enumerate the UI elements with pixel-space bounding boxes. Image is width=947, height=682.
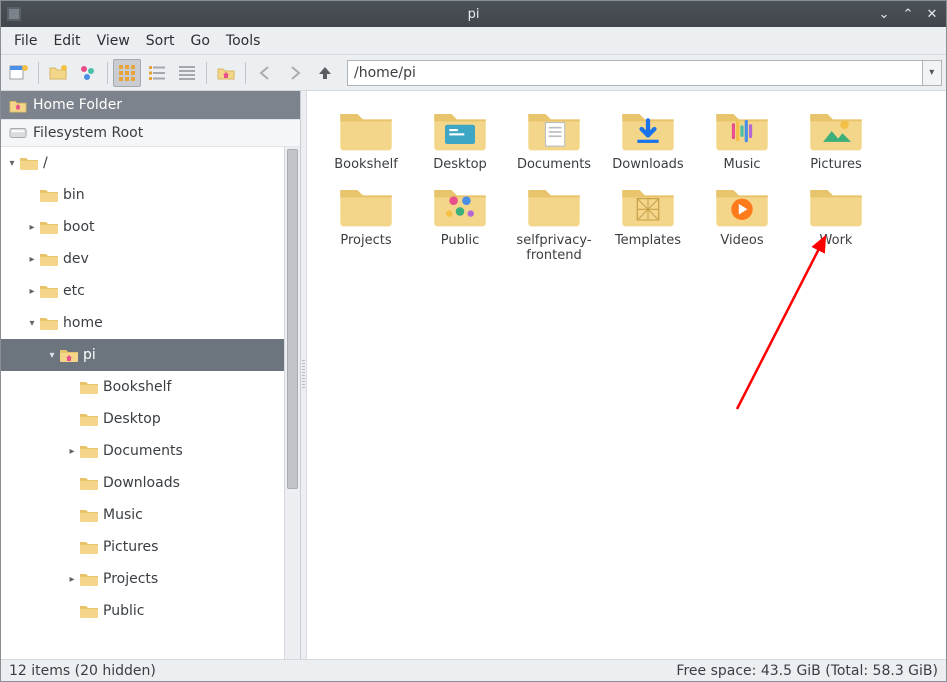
tree-node-boot[interactable]: ▸boot: [1, 211, 284, 243]
tree-node-home[interactable]: ▾home: [1, 307, 284, 339]
folder-icon: [710, 105, 774, 153]
new-tab-button[interactable]: [5, 59, 33, 87]
new-folder-button[interactable]: [44, 59, 72, 87]
item-label: Public: [441, 233, 479, 249]
item-templates[interactable]: Templates: [601, 181, 695, 264]
window-minimize-icon[interactable]: ⌄: [876, 7, 892, 22]
tree-scrollbar[interactable]: [284, 147, 300, 659]
tree-node-bin[interactable]: bin: [1, 179, 284, 211]
item-downloads[interactable]: Downloads: [601, 105, 695, 173]
folder-icon: [616, 105, 680, 153]
tree-node-root[interactable]: ▾/: [1, 147, 284, 179]
tree-node-pictures[interactable]: Pictures: [1, 531, 284, 563]
folder-content[interactable]: Bookshelf Desktop Documents Downloads Mu…: [307, 91, 946, 659]
folder-icon: [804, 105, 868, 153]
item-label: Music: [724, 157, 761, 173]
item-label: Templates: [615, 233, 681, 249]
folder-icon: [334, 181, 398, 229]
folder-icon: [522, 181, 586, 229]
menu-view[interactable]: View: [90, 30, 137, 52]
folder-icon: [334, 105, 398, 153]
tree-node-downloads[interactable]: Downloads: [1, 467, 284, 499]
folder-icon: [522, 105, 586, 153]
tree-node-projects[interactable]: ▸Projects: [1, 563, 284, 595]
tree-node-desktop[interactable]: Desktop: [1, 403, 284, 435]
address-history-dropdown[interactable]: ▾: [923, 60, 942, 86]
statusbar: 12 items (20 hidden) Free space: 43.5 Gi…: [1, 659, 946, 681]
item-label: selfprivacy-frontend: [507, 233, 601, 264]
up-button[interactable]: [311, 59, 339, 87]
item-documents[interactable]: Documents: [507, 105, 601, 173]
tree-node-documents[interactable]: ▸Documents: [1, 435, 284, 467]
directory-tree[interactable]: ▾/bin▸boot▸dev▸etc▾home▾piBookshelfDeskt…: [1, 147, 284, 659]
status-space: Free space: 43.5 GiB (Total: 58.3 GiB): [676, 663, 938, 679]
separator: [38, 62, 39, 84]
window-maximize-icon[interactable]: ⌃: [900, 7, 916, 22]
properties-button[interactable]: [74, 59, 102, 87]
tree-node-music[interactable]: Music: [1, 499, 284, 531]
menubar: FileEditViewSortGoTools: [1, 27, 946, 55]
item-pictures[interactable]: Pictures: [789, 105, 883, 173]
tree-node-public[interactable]: Public: [1, 595, 284, 627]
item-label: Documents: [517, 157, 591, 173]
separator: [107, 62, 108, 84]
tree-node-pi[interactable]: ▾pi: [1, 339, 284, 371]
item-selfprivacy-frontend[interactable]: selfprivacy-frontend: [507, 181, 601, 264]
places-fsroot-label: Filesystem Root: [33, 125, 143, 141]
address-input[interactable]: [347, 60, 923, 86]
folder-icon: [428, 105, 492, 153]
menu-file[interactable]: File: [7, 30, 44, 52]
item-desktop[interactable]: Desktop: [413, 105, 507, 173]
item-label: Desktop: [433, 157, 487, 173]
places-pane: Home Folder Filesystem Root ▾/bin▸boot▸d…: [1, 91, 301, 659]
item-videos[interactable]: Videos: [695, 181, 789, 264]
item-label: Videos: [720, 233, 763, 249]
compact-view-button[interactable]: [143, 59, 171, 87]
titlebar: pi ⌄ ⌃ ✕: [1, 1, 946, 27]
list-view-button[interactable]: [173, 59, 201, 87]
tree-node-dev[interactable]: ▸dev: [1, 243, 284, 275]
item-projects[interactable]: Projects: [319, 181, 413, 264]
icon-view-button[interactable]: [113, 59, 141, 87]
places-home[interactable]: Home Folder: [1, 91, 300, 119]
menu-edit[interactable]: Edit: [46, 30, 87, 52]
toolbar: ▾: [1, 55, 946, 91]
menu-sort[interactable]: Sort: [139, 30, 182, 52]
tree-node-bookshelf[interactable]: Bookshelf: [1, 371, 284, 403]
tree-node-etc[interactable]: ▸etc: [1, 275, 284, 307]
folder-icon: [428, 181, 492, 229]
status-items: 12 items (20 hidden): [9, 663, 156, 679]
back-button[interactable]: [251, 59, 279, 87]
menu-go[interactable]: Go: [184, 30, 217, 52]
window-title: pi: [468, 7, 480, 22]
item-label: Projects: [340, 233, 391, 249]
home-button[interactable]: [212, 59, 240, 87]
item-music[interactable]: Music: [695, 105, 789, 173]
item-public[interactable]: Public: [413, 181, 507, 264]
item-bookshelf[interactable]: Bookshelf: [319, 105, 413, 173]
item-work[interactable]: Work: [789, 181, 883, 264]
app-icon: [7, 7, 21, 21]
separator: [245, 62, 246, 84]
folder-icon: [710, 181, 774, 229]
item-label: Bookshelf: [334, 157, 398, 173]
window-close-icon[interactable]: ✕: [924, 7, 940, 22]
places-fsroot[interactable]: Filesystem Root: [1, 119, 300, 147]
window-controls: ⌄ ⌃ ✕: [876, 7, 940, 22]
separator: [206, 62, 207, 84]
item-label: Downloads: [612, 157, 683, 173]
item-label: Work: [820, 233, 853, 249]
menu-tools[interactable]: Tools: [219, 30, 268, 52]
folder-icon: [616, 181, 680, 229]
places-home-label: Home Folder: [33, 97, 122, 113]
forward-button[interactable]: [281, 59, 309, 87]
folder-icon: [804, 181, 868, 229]
item-label: Pictures: [810, 157, 861, 173]
